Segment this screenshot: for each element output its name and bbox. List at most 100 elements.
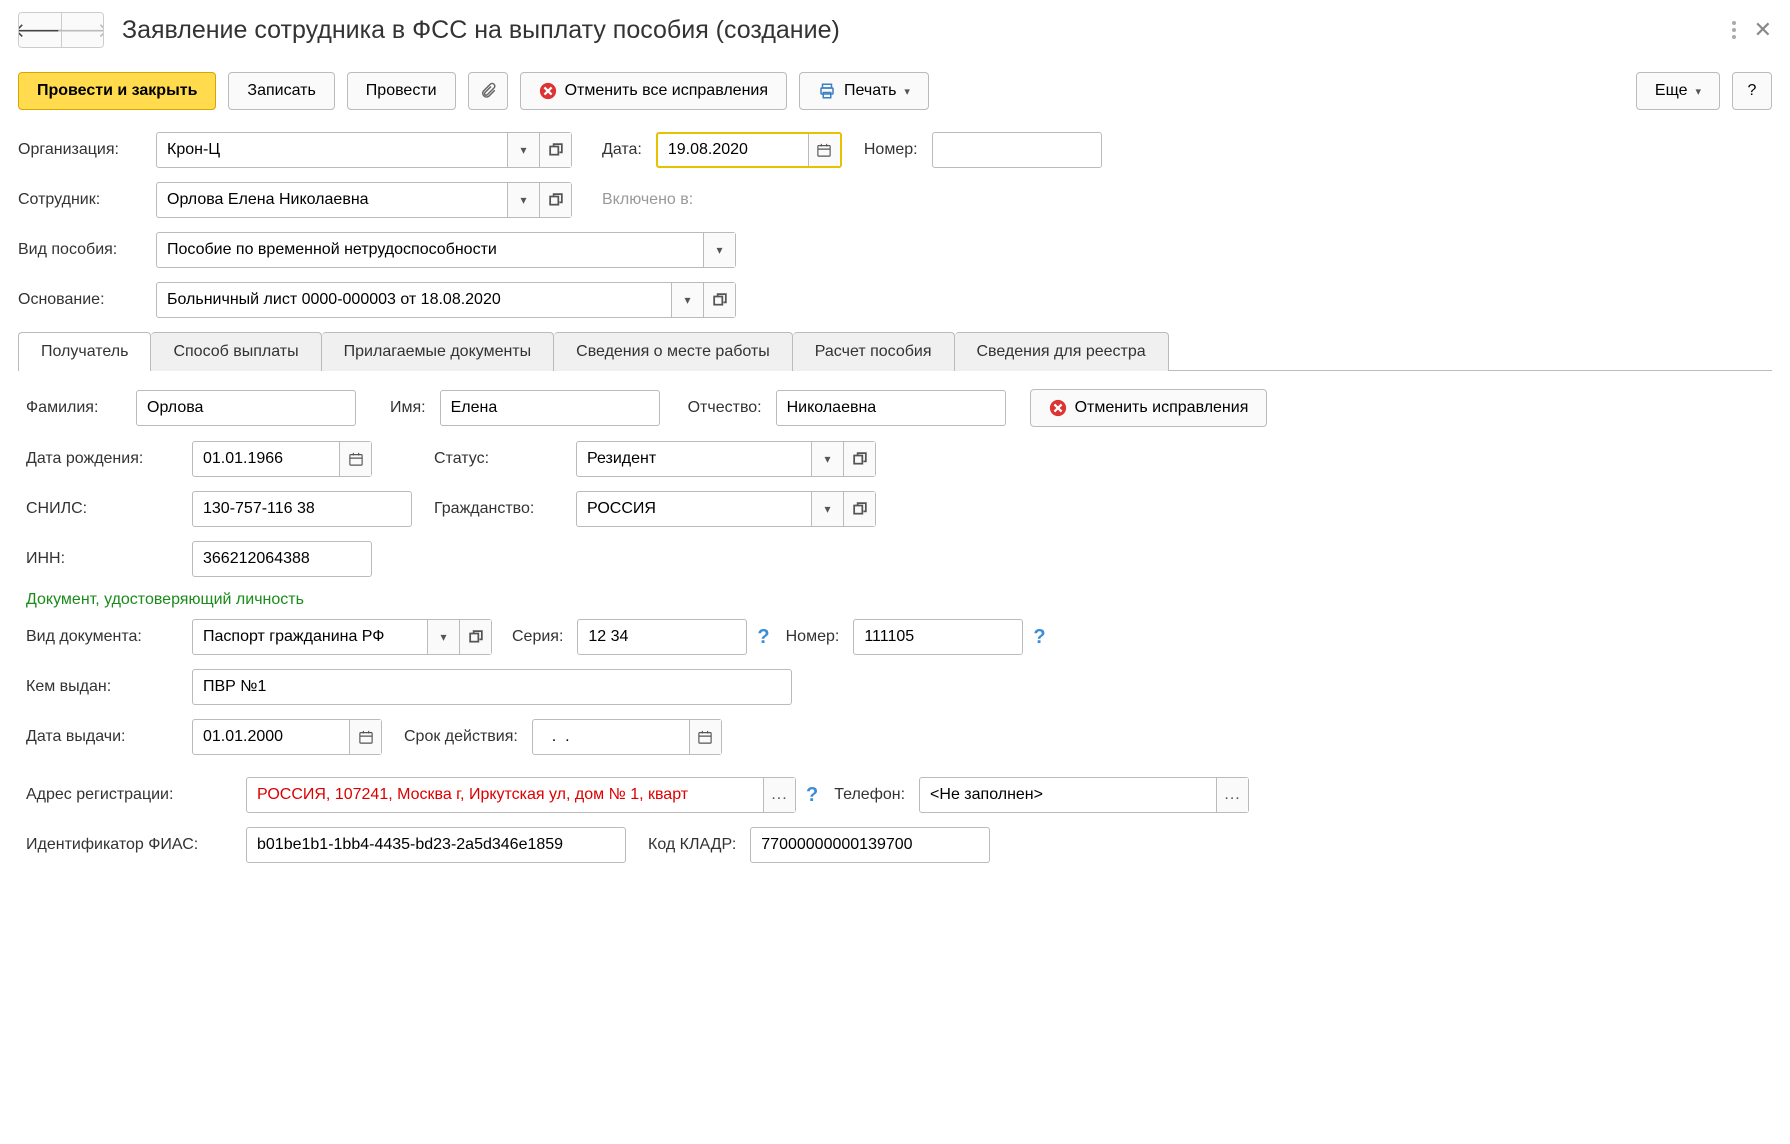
tab-payment-method[interactable]: Способ выплаты xyxy=(151,332,321,371)
dropdown-icon[interactable] xyxy=(671,283,703,317)
org-field[interactable] xyxy=(156,132,572,168)
number-label: Номер: xyxy=(864,141,918,159)
forward-button[interactable]: 🡒 xyxy=(61,13,103,47)
basis-field[interactable] xyxy=(156,282,736,318)
expiry-field[interactable] xyxy=(532,719,722,755)
series-field[interactable] xyxy=(577,619,747,655)
issued-by-label: Кем выдан: xyxy=(26,678,182,696)
calendar-icon[interactable] xyxy=(808,134,840,166)
patronymic-label: Отчество: xyxy=(688,399,762,417)
fias-field[interactable] xyxy=(246,827,626,863)
id-doc-section-title: Документ, удостоверяющий личность xyxy=(26,591,1764,609)
issue-date-label: Дата выдачи: xyxy=(26,728,182,746)
post-button[interactable]: Провести xyxy=(347,72,456,110)
ellipsis-icon[interactable]: ... xyxy=(1216,778,1248,812)
open-icon[interactable] xyxy=(459,620,491,654)
tab-recipient[interactable]: Получатель xyxy=(18,332,151,371)
benefit-type-field[interactable] xyxy=(156,232,736,268)
firstname-label: Имя: xyxy=(390,399,426,417)
kladr-label: Код КЛАДР: xyxy=(648,836,736,854)
dropdown-icon[interactable] xyxy=(811,492,843,526)
address-label: Адрес регистрации: xyxy=(26,786,236,804)
back-button[interactable]: 🡐 xyxy=(19,13,61,47)
tab-attachments[interactable]: Прилагаемые документы xyxy=(322,332,555,371)
benefit-type-label: Вид пособия: xyxy=(18,241,146,259)
doc-number-field[interactable] xyxy=(853,619,1023,655)
series-hint-icon[interactable]: ? xyxy=(757,626,769,649)
open-icon[interactable] xyxy=(703,283,735,317)
kladr-field[interactable] xyxy=(750,827,990,863)
tabs: Получатель Способ выплаты Прилагаемые до… xyxy=(18,332,1772,371)
help-button[interactable]: ? xyxy=(1732,72,1772,110)
open-icon[interactable] xyxy=(843,492,875,526)
basis-label: Основание: xyxy=(18,291,146,309)
cancel-icon xyxy=(539,82,557,100)
lastname-field[interactable] xyxy=(136,390,356,426)
date-field[interactable] xyxy=(656,132,842,168)
kebab-menu-icon[interactable] xyxy=(1732,21,1736,39)
birthdate-label: Дата рождения: xyxy=(26,450,182,468)
paperclip-icon xyxy=(479,82,497,100)
page-title: Заявление сотрудника в ФСС на выплату по… xyxy=(122,16,1732,45)
included-label: Включено в: xyxy=(602,191,693,209)
snils-label: СНИЛС: xyxy=(26,500,182,518)
save-button[interactable]: Записать xyxy=(228,72,334,110)
firstname-field[interactable] xyxy=(440,390,660,426)
org-label: Организация: xyxy=(18,141,146,159)
doc-type-label: Вид документа: xyxy=(26,628,182,646)
address-field[interactable]: ... xyxy=(246,777,796,813)
dropdown-icon[interactable] xyxy=(507,183,539,217)
inn-field[interactable] xyxy=(192,541,372,577)
number-hint-icon[interactable]: ? xyxy=(1033,626,1045,649)
window-header: 🡐 🡒 Заявление сотрудника в ФСС на выплат… xyxy=(18,12,1772,48)
cancel-all-fixes-button[interactable]: Отменить все исправления xyxy=(520,72,787,110)
citizenship-field[interactable] xyxy=(576,491,876,527)
citizenship-label: Гражданство: xyxy=(434,500,562,518)
snils-field[interactable] xyxy=(192,491,412,527)
doc-number-label: Номер: xyxy=(786,628,840,646)
doc-type-field[interactable] xyxy=(192,619,492,655)
issue-date-field[interactable] xyxy=(192,719,382,755)
recipient-panel: Фамилия: Имя: Отчество: Отменить исправл… xyxy=(18,387,1772,879)
open-icon[interactable] xyxy=(843,442,875,476)
employee-field[interactable] xyxy=(156,182,572,218)
series-label: Серия: xyxy=(512,628,563,646)
address-hint-icon[interactable]: ? xyxy=(806,784,818,807)
calendar-icon[interactable] xyxy=(689,720,721,754)
lastname-label: Фамилия: xyxy=(26,399,126,417)
more-button[interactable]: Еще ▾ xyxy=(1636,72,1720,110)
status-field[interactable] xyxy=(576,441,876,477)
tab-benefit-calc[interactable]: Расчет пособия xyxy=(793,332,955,371)
calendar-icon[interactable] xyxy=(349,720,381,754)
attachment-button[interactable] xyxy=(468,72,508,110)
post-and-close-button[interactable]: Провести и закрыть xyxy=(18,72,216,110)
patronymic-field[interactable] xyxy=(776,390,1006,426)
issued-by-field[interactable] xyxy=(192,669,792,705)
employee-label: Сотрудник: xyxy=(18,191,146,209)
expiry-label: Срок действия: xyxy=(404,728,518,746)
fias-label: Идентификатор ФИАС: xyxy=(26,836,236,854)
tab-registry-info[interactable]: Сведения для реестра xyxy=(955,332,1169,371)
cancel-fixes-button[interactable]: Отменить исправления xyxy=(1030,389,1268,427)
tab-workplace-info[interactable]: Сведения о месте работы xyxy=(554,332,793,371)
inn-label: ИНН: xyxy=(26,550,182,568)
status-label: Статус: xyxy=(434,450,562,468)
dropdown-icon[interactable] xyxy=(703,233,735,267)
toolbar: Провести и закрыть Записать Провести Отм… xyxy=(18,72,1772,110)
open-icon[interactable] xyxy=(539,133,571,167)
phone-label: Телефон: xyxy=(834,786,905,804)
phone-field[interactable]: ... xyxy=(919,777,1249,813)
dropdown-icon[interactable] xyxy=(507,133,539,167)
dropdown-icon[interactable] xyxy=(811,442,843,476)
number-field[interactable] xyxy=(932,132,1102,168)
close-icon[interactable]: ✕ xyxy=(1754,17,1772,43)
cancel-icon xyxy=(1049,399,1067,417)
ellipsis-icon[interactable]: ... xyxy=(763,778,795,812)
birthdate-field[interactable] xyxy=(192,441,372,477)
dropdown-icon[interactable] xyxy=(427,620,459,654)
date-label: Дата: xyxy=(602,141,642,159)
calendar-icon[interactable] xyxy=(339,442,371,476)
nav-buttons: 🡐 🡒 xyxy=(18,12,104,48)
print-button[interactable]: Печать ▾ xyxy=(799,72,929,110)
open-icon[interactable] xyxy=(539,183,571,217)
